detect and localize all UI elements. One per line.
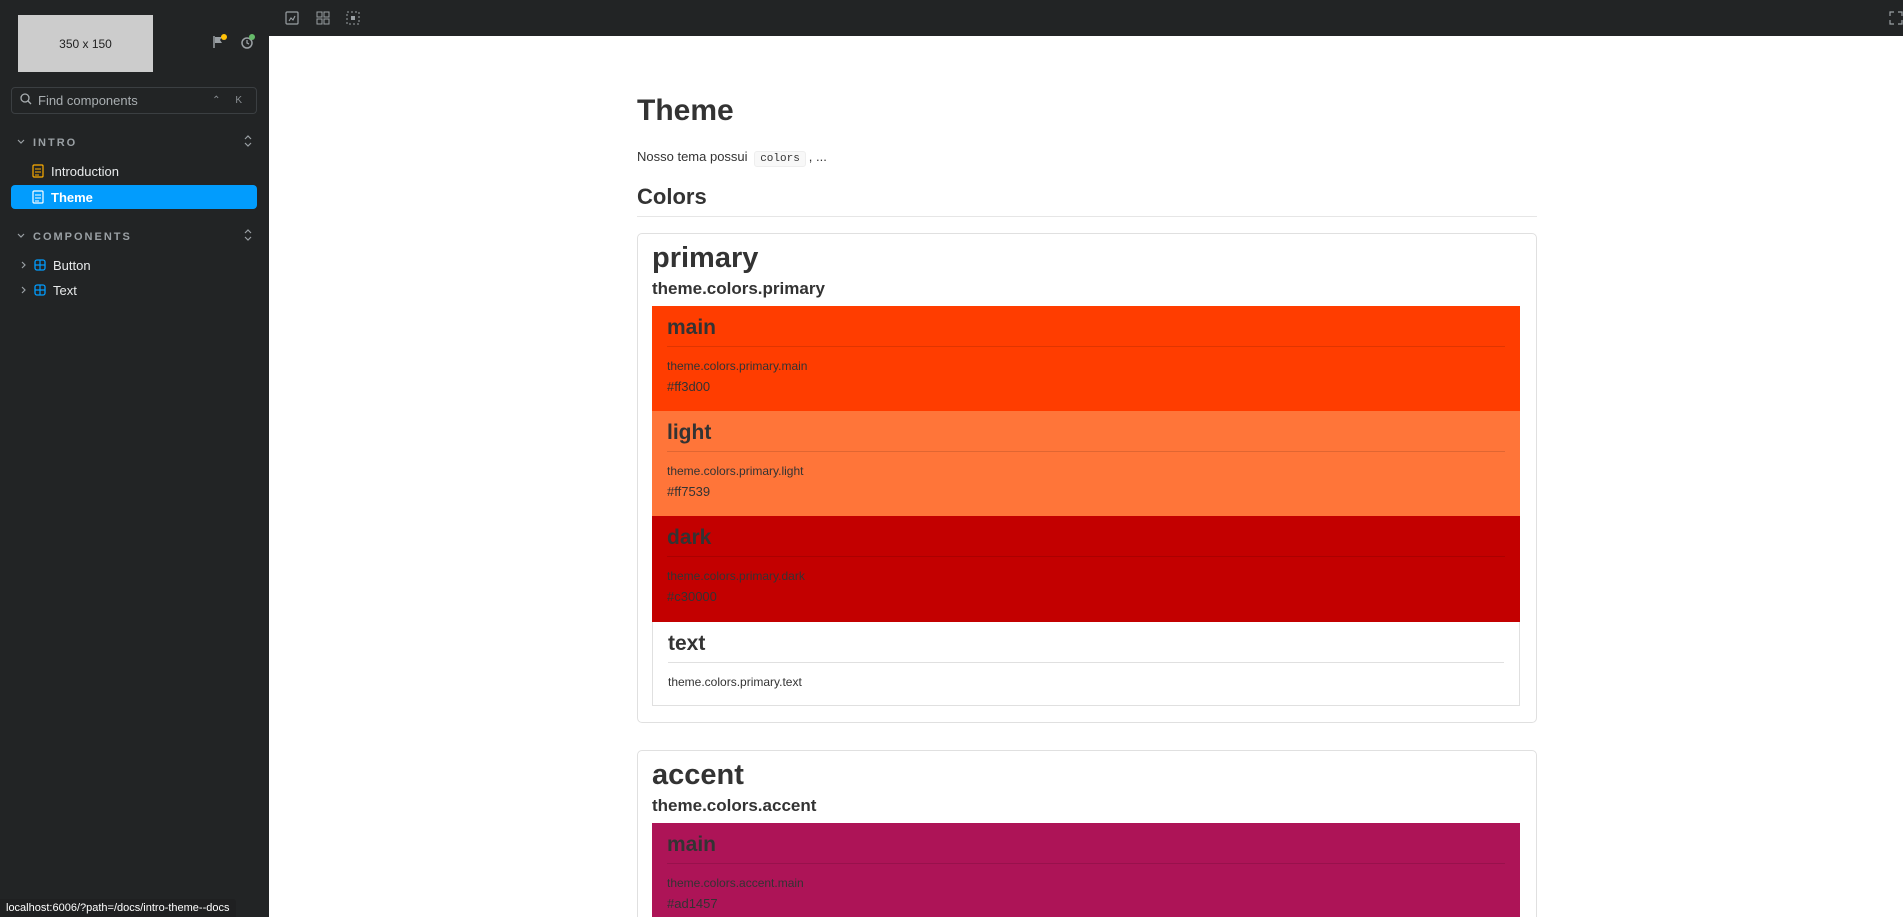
color-swatch: main theme.colors.primary.main #ff3d00 xyxy=(652,306,1520,411)
sidebar-item-button[interactable]: Button xyxy=(11,253,257,277)
section-intro-label: INTRO xyxy=(33,136,78,149)
sidebar: 350 x 150 Find components ⌃ K INTRO Intr… xyxy=(0,0,269,917)
search-input[interactable]: Find components xyxy=(38,93,212,108)
section-components[interactable]: COMPONENTS xyxy=(17,229,253,244)
expand-collapse-icon[interactable] xyxy=(243,229,253,244)
logo-placeholder[interactable]: 350 x 150 xyxy=(18,15,153,72)
section-title: Colors xyxy=(637,184,1537,217)
color-group-title: accent xyxy=(652,759,744,791)
color-swatch: main theme.colors.accent.main #ad1457 xyxy=(652,823,1520,917)
toolbar xyxy=(269,0,1903,37)
color-group-path: theme.colors.primary xyxy=(652,279,825,298)
swatch-path: theme.colors.primary.main xyxy=(667,359,808,373)
sidebar-item-label: Text xyxy=(53,282,77,298)
color-group-title: primary xyxy=(652,242,759,274)
color-swatch: light theme.colors.primary.light #ff7539 xyxy=(652,411,1520,516)
docs-content: Theme Nosso tema possui colors, ... Colo… xyxy=(269,36,1903,917)
inline-code: colors xyxy=(754,151,806,167)
swatch-name: main xyxy=(667,306,1505,347)
sidebar-item-text[interactable]: Text xyxy=(11,278,257,302)
zoom-icon[interactable] xyxy=(285,11,299,25)
swatch-path: theme.colors.primary.light xyxy=(667,464,804,478)
search-box[interactable]: Find components ⌃ K xyxy=(11,87,257,114)
swatch-path: theme.colors.accent.main xyxy=(667,876,804,890)
search-shortcut: ⌃ K xyxy=(212,95,248,106)
swatch-path: theme.colors.primary.text xyxy=(668,675,802,689)
swatch-name: light xyxy=(667,411,1505,452)
outline-icon[interactable] xyxy=(346,11,360,25)
expand-collapse-icon[interactable] xyxy=(243,135,253,150)
chevron-right-icon xyxy=(19,258,29,272)
intro-after: , ... xyxy=(808,149,827,164)
swatch-name: main xyxy=(667,823,1505,864)
color-group-card: primary theme.colors.primary main theme.… xyxy=(637,233,1537,723)
document-icon xyxy=(31,164,45,178)
swatch-hex: #ff3d00 xyxy=(667,379,711,394)
sidebar-item-label: Theme xyxy=(51,189,93,205)
chevron-down-icon xyxy=(17,231,27,243)
section-components-label: COMPONENTS xyxy=(33,230,132,243)
sidebar-item-theme[interactable]: Theme xyxy=(11,185,257,209)
section-intro[interactable]: INTRO xyxy=(17,135,253,150)
flag-icon[interactable] xyxy=(211,34,227,50)
sidebar-item-label: Button xyxy=(53,257,91,273)
color-group-path: theme.colors.accent xyxy=(652,796,817,815)
grid-icon[interactable] xyxy=(316,11,330,25)
logo-text: 350 x 150 xyxy=(59,36,112,51)
page-title: Theme xyxy=(637,94,734,127)
intro-before: Nosso tema possui xyxy=(637,149,748,164)
swatch-hex: #ff7539 xyxy=(667,484,711,499)
component-icon xyxy=(33,258,47,272)
swatch-hex: #c30000 xyxy=(667,589,717,604)
swatch-name: dark xyxy=(667,516,1505,557)
color-group-card: accent theme.colors.accent main theme.co… xyxy=(637,750,1537,917)
swatch-path: theme.colors.primary.dark xyxy=(667,569,805,583)
sidebar-item-label: Introduction xyxy=(51,163,119,179)
status-bar-url: localhost:6006/?path=/docs/intro-theme--… xyxy=(0,899,236,917)
document-icon xyxy=(31,190,45,204)
search-icon xyxy=(20,93,32,108)
sidebar-item-introduction[interactable]: Introduction xyxy=(11,159,257,183)
component-icon xyxy=(33,283,47,297)
intro-text: Nosso tema possui colors, ... xyxy=(637,149,827,167)
color-swatch: text theme.colors.primary.text xyxy=(652,622,1520,706)
chevron-down-icon xyxy=(17,137,27,149)
color-swatch: dark theme.colors.primary.dark #c30000 xyxy=(652,516,1520,622)
fullscreen-icon[interactable] xyxy=(1889,11,1903,25)
swatch-name: text xyxy=(668,622,1504,663)
sync-icon[interactable] xyxy=(239,34,255,50)
swatch-hex: #ad1457 xyxy=(667,896,718,911)
chevron-right-icon xyxy=(19,283,29,297)
